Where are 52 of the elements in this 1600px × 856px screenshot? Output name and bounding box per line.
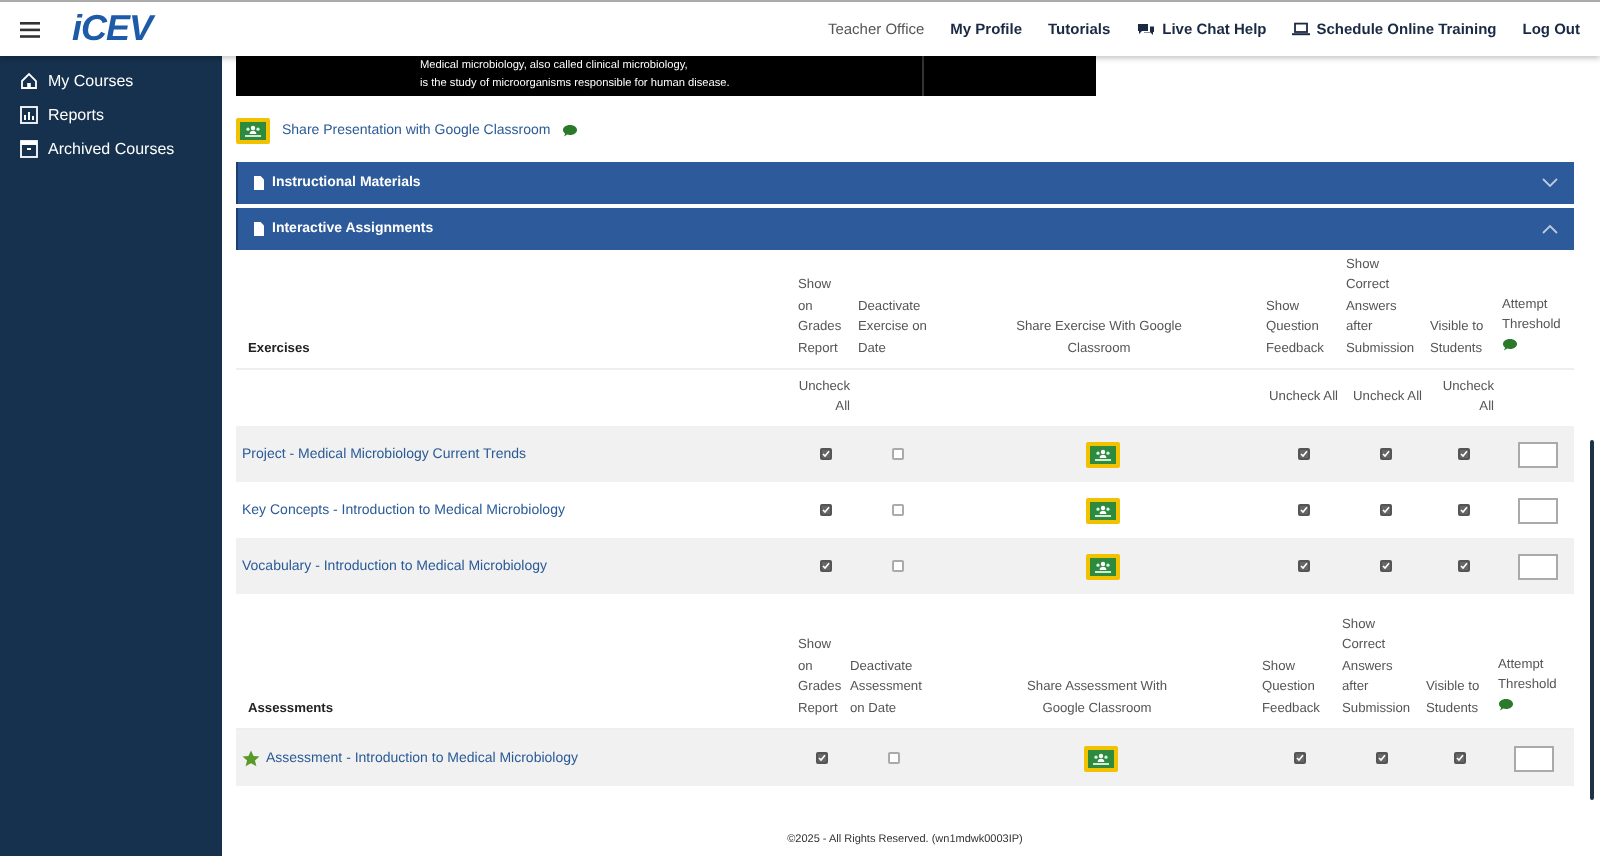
checkbox[interactable] [1298,448,1310,460]
checkbox[interactable] [820,448,832,460]
threshold-field[interactable] [1517,497,1557,523]
checkbox[interactable] [1458,560,1470,572]
comment-icon [562,123,579,137]
report-icon [20,105,38,123]
classroom-share-icon[interactable] [236,117,270,143]
checkbox[interactable] [820,560,832,572]
checkbox[interactable] [892,560,904,572]
checkbox[interactable] [1458,448,1470,460]
threshold-field[interactable] [1517,441,1557,467]
sidebar-item[interactable]: My Courses [20,68,222,92]
checkbox[interactable] [816,752,828,764]
classroom-share-button[interactable] [1085,497,1119,523]
chevron-down-icon [1542,178,1558,188]
classroom-share-button[interactable] [1083,745,1117,771]
archive-icon [20,139,38,157]
document-icon [254,222,264,236]
comment-icon [1502,337,1518,351]
chevron-up-icon [1542,224,1558,234]
checkbox[interactable] [1294,752,1306,764]
checkbox[interactable] [1376,752,1388,764]
checkbox[interactable] [1298,504,1310,516]
checkbox[interactable] [888,752,900,764]
checkbox[interactable] [892,448,904,460]
checkbox[interactable] [1380,560,1392,572]
checkbox[interactable] [892,504,904,516]
document-icon [254,176,264,190]
checkbox[interactable] [1458,504,1470,516]
classroom-share-button[interactable] [1085,553,1119,579]
checkbox[interactable] [1454,752,1466,764]
home-icon [20,71,38,89]
sidebar-item[interactable]: Archived Courses [20,136,222,160]
logo[interactable]: iCEV [72,8,153,50]
threshold-field[interactable] [1517,553,1557,579]
checkbox[interactable] [820,504,832,516]
classroom-icon [1093,503,1111,517]
chat-bubbles-icon [1136,21,1157,37]
scrollbar[interactable] [1590,440,1594,800]
checkbox[interactable] [1298,560,1310,572]
classroom-icon [1093,447,1111,461]
sidebar-item[interactable]: Reports [20,102,222,126]
comment-icon [1498,697,1514,711]
checkbox[interactable] [1380,504,1392,516]
classroom-icon [1093,559,1111,573]
threshold-field[interactable] [1513,745,1553,771]
classroom-share-button[interactable] [1085,441,1119,467]
checkbox[interactable] [1380,448,1392,460]
laptop-icon [1292,22,1311,36]
classroom-icon [244,123,262,137]
menu-icon[interactable] [20,21,40,37]
classroom-icon [1091,751,1109,765]
